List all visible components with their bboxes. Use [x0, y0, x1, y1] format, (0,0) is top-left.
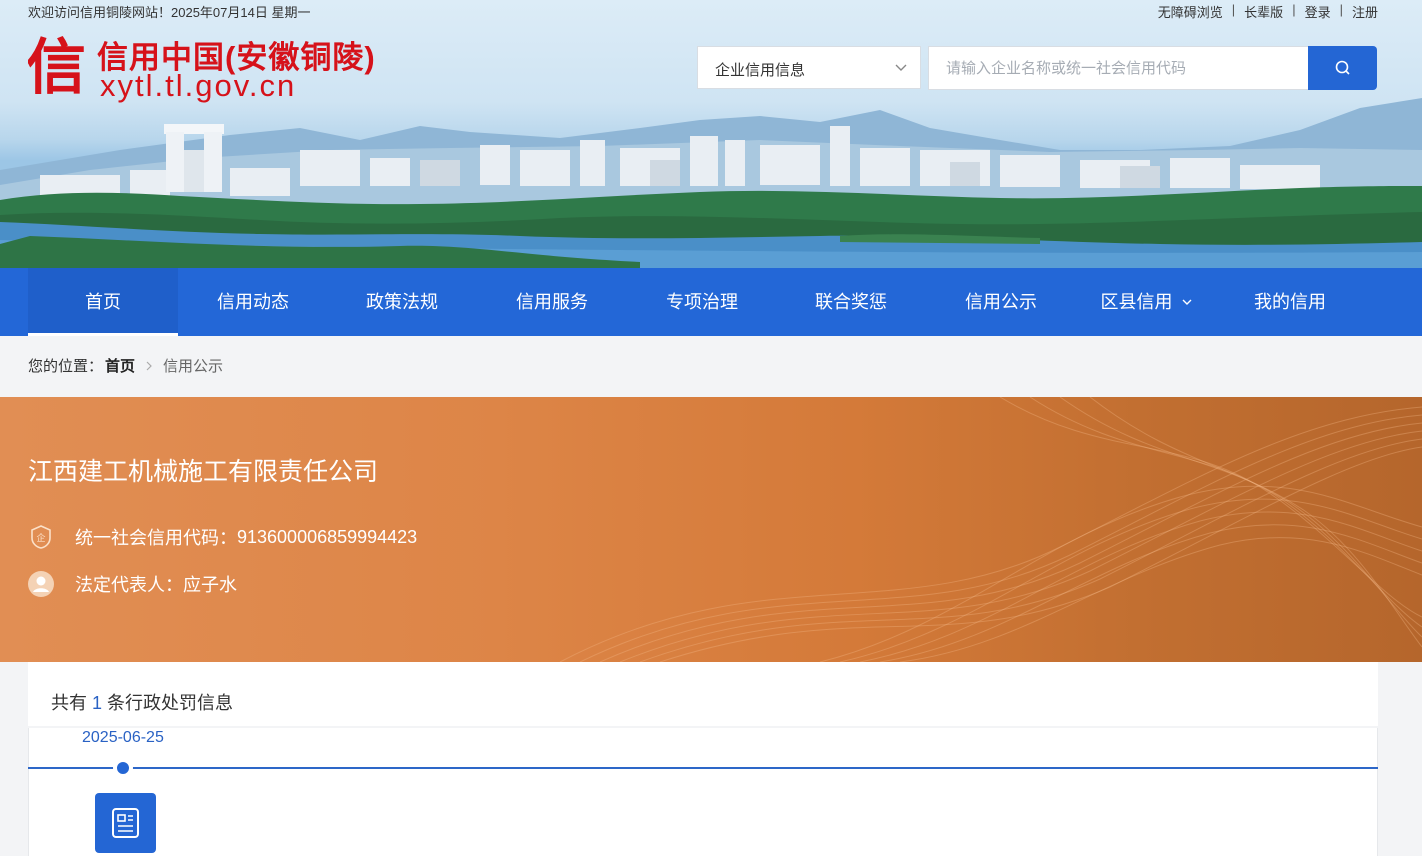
nav-item-news[interactable]: 信用动态 [178, 268, 328, 336]
credit-code-value: 913600006859994423 [237, 526, 418, 547]
login-link[interactable]: 登录 [1305, 2, 1331, 21]
breadcrumb-home-link[interactable]: 首页 [105, 355, 135, 376]
nav-item-home[interactable]: 首页 [28, 268, 178, 336]
register-link[interactable]: 注册 [1352, 2, 1378, 21]
breadcrumb-prefix: 您的位置： [28, 358, 104, 375]
elder-version-link[interactable]: 长辈版 [1244, 2, 1283, 21]
divider [28, 726, 1378, 728]
search-type-select[interactable]: 企业信用信息 [697, 46, 921, 89]
svg-text:信: 信 [28, 33, 84, 100]
credit-code-row: 企 统一社会信用代码： 913600006859994423 [28, 524, 417, 550]
top-bar: 欢迎访问信用铜陵网站！2025年07月14日 星期一 无障碍浏览 | 长辈版 |… [0, 0, 1422, 22]
chevron-right-icon [146, 361, 152, 370]
company-name: 江西建工机械施工有限责任公司 [28, 458, 379, 486]
timeline-date: 2025-06-25 [82, 729, 164, 746]
welcome-text: 欢迎访问信用铜陵网站！2025年07月14日 星期一 [28, 5, 311, 20]
search-icon [1335, 60, 1350, 75]
chevron-down-icon [895, 64, 907, 71]
accessibility-link[interactable]: 无障碍浏览 [1158, 2, 1223, 21]
panel-border-right [1377, 728, 1378, 856]
document-icon [112, 808, 139, 838]
breadcrumb-current: 信用公示 [163, 358, 224, 375]
credit-code-label: 统一社会信用代码： [75, 528, 237, 548]
summary-suffix: 条行政处罚信息 [107, 693, 234, 713]
penalty-record-card[interactable] [95, 793, 156, 853]
nav-item-services[interactable]: 信用服务 [476, 268, 628, 336]
enterprise-badge-icon: 企 [31, 525, 51, 549]
panel-border-left [28, 728, 29, 856]
separator: | [1292, 2, 1296, 17]
legal-rep-value: 应子水 [183, 575, 237, 595]
records-count: 1 [92, 693, 103, 713]
timeline-dot[interactable] [113, 758, 133, 778]
chevron-down-icon [1182, 299, 1191, 305]
header-banner: 欢迎访问信用铜陵网站！2025年07月14日 星期一 无障碍浏览 | 长辈版 |… [0, 0, 1422, 268]
site-url: xytl.tl.gov.cn [100, 68, 297, 103]
legal-rep-row: 法定代表人： 应子水 [28, 571, 237, 597]
timeline-line [28, 767, 1378, 769]
nav-item-governance[interactable]: 专项治理 [628, 268, 776, 336]
legal-rep-label: 法定代表人： [75, 575, 183, 595]
main-nav: 首页 信用动态 政策法规 信用服务 专项治理 联合奖惩 信用公示 区县信用 我的… [0, 268, 1422, 336]
nav-item-my-credit[interactable]: 我的信用 [1216, 268, 1364, 336]
penalty-records-panel: 共有 1 条行政处罚信息 2025-06-25 [28, 662, 1378, 856]
search-type-label: 企业信用信息 [715, 62, 806, 79]
nav-item-districts[interactable]: 区县信用 [1076, 268, 1216, 336]
company-header: 江西建工机械施工有限责任公司 企 统一社会信用代码： 9136000068599… [0, 397, 1422, 662]
nav-item-districts-label: 区县信用 [1100, 292, 1173, 312]
breadcrumb: 您的位置： 首页 信用公示 [28, 355, 223, 376]
separator: | [1339, 2, 1343, 17]
search-button[interactable] [1308, 46, 1377, 90]
search-input[interactable] [928, 46, 1308, 90]
separator: | [1231, 2, 1236, 17]
logo-seal-icon[interactable]: 信 [28, 30, 84, 100]
summary-prefix: 共有 [51, 693, 87, 713]
top-links: 无障碍浏览 | 长辈版 | 登录 | 注册 [1158, 2, 1378, 21]
nav-item-policy[interactable]: 政策法规 [328, 268, 476, 336]
svg-text:企: 企 [36, 532, 45, 544]
nav-item-rewards[interactable]: 联合奖惩 [776, 268, 926, 336]
nav-item-publicity[interactable]: 信用公示 [926, 268, 1076, 336]
records-summary: 共有 1 条行政处罚信息 [51, 689, 233, 715]
person-avatar-icon [28, 571, 54, 597]
